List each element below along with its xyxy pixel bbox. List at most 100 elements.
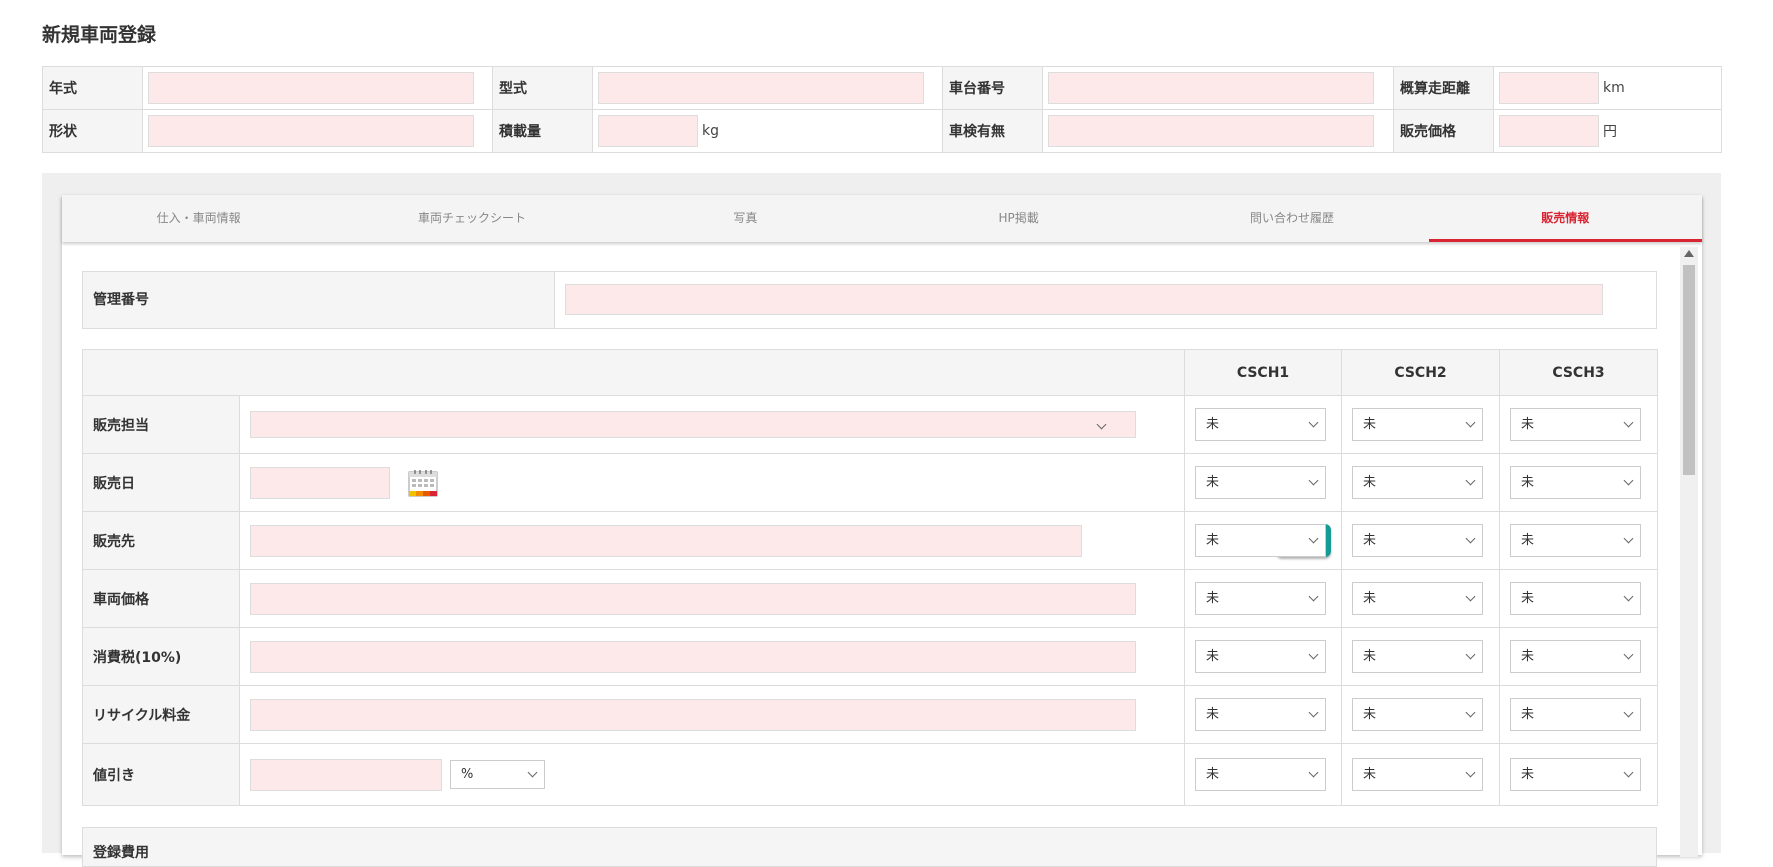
csch2-select[interactable]: 未	[1352, 466, 1483, 499]
table-row: 販売日 未 未 未	[82, 453, 1658, 512]
sale-date-input[interactable]	[250, 466, 390, 499]
tab-photos[interactable]: 写真	[609, 195, 882, 242]
detail-card: 仕入・車両情報 車両チェックシート 写真 HP掲載 問い合わせ履歴 販売情報 管…	[62, 195, 1703, 867]
detail-panel: 仕入・車両情報 車両チェックシート 写真 HP掲載 問い合わせ履歴 販売情報 管…	[42, 173, 1721, 867]
table-row: リサイクル料金 未 未 未	[82, 685, 1658, 744]
scrollbar-thumb[interactable]	[1683, 265, 1695, 475]
scroll-up-arrow-icon[interactable]	[1684, 250, 1694, 257]
chevron-down-icon	[1623, 767, 1634, 778]
csch2-select[interactable]: 未	[1352, 582, 1483, 615]
tab-inquiry-history[interactable]: 問い合わせ履歴	[1155, 195, 1428, 242]
header-csch2: CSCH2	[1341, 349, 1500, 396]
csch1-select[interactable]: 未	[1195, 698, 1326, 731]
csch1-select[interactable]: 未	[1195, 640, 1326, 673]
chevron-down-icon	[1465, 591, 1476, 602]
csch2-select[interactable]: 未	[1352, 408, 1483, 441]
csch2-select[interactable]: 未	[1352, 698, 1483, 731]
chevron-down-icon	[1465, 475, 1476, 486]
csch1-select[interactable]: 未	[1195, 758, 1326, 791]
mileage-unit: km	[1603, 80, 1625, 96]
label-sale-price: 販売価格	[1393, 109, 1494, 153]
shape-input[interactable]	[148, 115, 474, 147]
table-row: 販売担当 未 未 未	[82, 395, 1658, 454]
discount-label: 値引き	[82, 743, 240, 806]
csch3-select[interactable]: 未	[1510, 466, 1641, 499]
label-inspection: 車検有無	[942, 109, 1043, 153]
chevron-down-icon	[1623, 533, 1634, 544]
chevron-down-icon	[1465, 417, 1476, 428]
vehicle-price-input[interactable]	[250, 582, 1136, 615]
label-load-capacity: 積載量	[492, 109, 593, 153]
csch1-select[interactable]: 未	[1195, 582, 1326, 615]
csch3-select[interactable]: 未	[1510, 582, 1641, 615]
header-csch1: CSCH1	[1184, 349, 1342, 396]
registration-fee-section: 登録費用	[82, 827, 1657, 867]
recycle-fee-input[interactable]	[250, 698, 1136, 731]
csch2-select[interactable]: 未	[1352, 524, 1483, 557]
label-mileage: 概算走距離	[1393, 66, 1494, 110]
csch1-select[interactable]: 未	[1195, 408, 1326, 441]
chevron-down-icon	[1465, 533, 1476, 544]
discount-input[interactable]	[250, 758, 442, 791]
csch3-select[interactable]: 未	[1510, 640, 1641, 673]
chassis-number-input[interactable]	[1048, 72, 1374, 104]
chevron-down-icon	[1308, 649, 1319, 660]
csch2-select[interactable]: 未	[1352, 640, 1483, 673]
chevron-down-icon	[1308, 591, 1319, 602]
tab-sales-info[interactable]: 販売情報	[1428, 195, 1703, 242]
sale-price-input[interactable]	[1499, 115, 1599, 147]
management-number-input[interactable]	[565, 284, 1603, 315]
tab-bar: 仕入・車両情報 車両チェックシート 写真 HP掲載 問い合わせ履歴 販売情報	[62, 195, 1703, 242]
consumption-tax-input[interactable]	[250, 640, 1136, 673]
year-input[interactable]	[148, 72, 474, 104]
label-shape: 形状	[42, 109, 143, 153]
tab-vehicle-check-sheet[interactable]: 車両チェックシート	[335, 195, 608, 242]
label-year: 年式	[42, 66, 143, 110]
management-number-row: 管理番号	[82, 271, 1657, 329]
chevron-down-icon	[1623, 475, 1634, 486]
chevron-down-icon	[1623, 591, 1634, 602]
discount-unit-select[interactable]: %	[450, 760, 545, 789]
table-row: 車両価格 未 未 未	[82, 569, 1658, 628]
csch2-select[interactable]: 未	[1352, 758, 1483, 791]
load-capacity-unit: kg	[702, 123, 719, 139]
chevron-down-icon	[1465, 707, 1476, 718]
sales-person-label: 販売担当	[82, 395, 240, 454]
chevron-down-icon	[1308, 475, 1319, 486]
mileage-input[interactable]	[1499, 72, 1599, 104]
tab-hp-listing[interactable]: HP掲載	[882, 195, 1155, 242]
table-row: 消費税(10%) 未 未 未	[82, 627, 1658, 686]
sales-header-blank	[82, 349, 1185, 396]
csch1-select[interactable]: 未	[1195, 466, 1326, 499]
table-row: 販売先 検索 未 未 未	[82, 511, 1658, 570]
consumption-tax-label: 消費税(10%)	[82, 627, 240, 686]
tab-purchase-vehicle-info[interactable]: 仕入・車両情報	[62, 195, 335, 242]
load-capacity-input[interactable]	[598, 115, 698, 147]
calendar-icon[interactable]	[408, 469, 438, 497]
label-chassis-number: 車台番号	[942, 66, 1043, 110]
csch3-select[interactable]: 未	[1510, 524, 1641, 557]
chevron-down-icon	[1623, 707, 1634, 718]
sale-price-unit: 円	[1603, 124, 1617, 140]
csch3-select[interactable]: 未	[1510, 758, 1641, 791]
csch1-select[interactable]: 未	[1195, 524, 1326, 557]
chevron-down-icon	[1465, 649, 1476, 660]
sales-person-select[interactable]	[250, 411, 1136, 438]
chevron-down-icon	[1308, 767, 1319, 778]
recycle-fee-label: リサイクル料金	[82, 685, 240, 744]
chevron-down-icon	[1623, 649, 1634, 660]
csch3-select[interactable]: 未	[1510, 698, 1641, 731]
customer-label: 販売先	[82, 511, 240, 570]
management-number-label: 管理番号	[83, 272, 555, 328]
vehicle-price-label: 車両価格	[82, 569, 240, 628]
chevron-down-icon	[1308, 533, 1319, 544]
inspection-input[interactable]	[1048, 115, 1374, 147]
chevron-down-icon	[527, 767, 538, 778]
chevron-down-icon	[1096, 419, 1107, 430]
label-model: 型式	[492, 66, 593, 110]
page-title: 新規車両登録	[42, 24, 157, 46]
csch3-select[interactable]: 未	[1510, 408, 1641, 441]
sale-date-label: 販売日	[82, 453, 240, 512]
customer-input[interactable]	[250, 524, 1082, 557]
model-input[interactable]	[598, 72, 924, 104]
